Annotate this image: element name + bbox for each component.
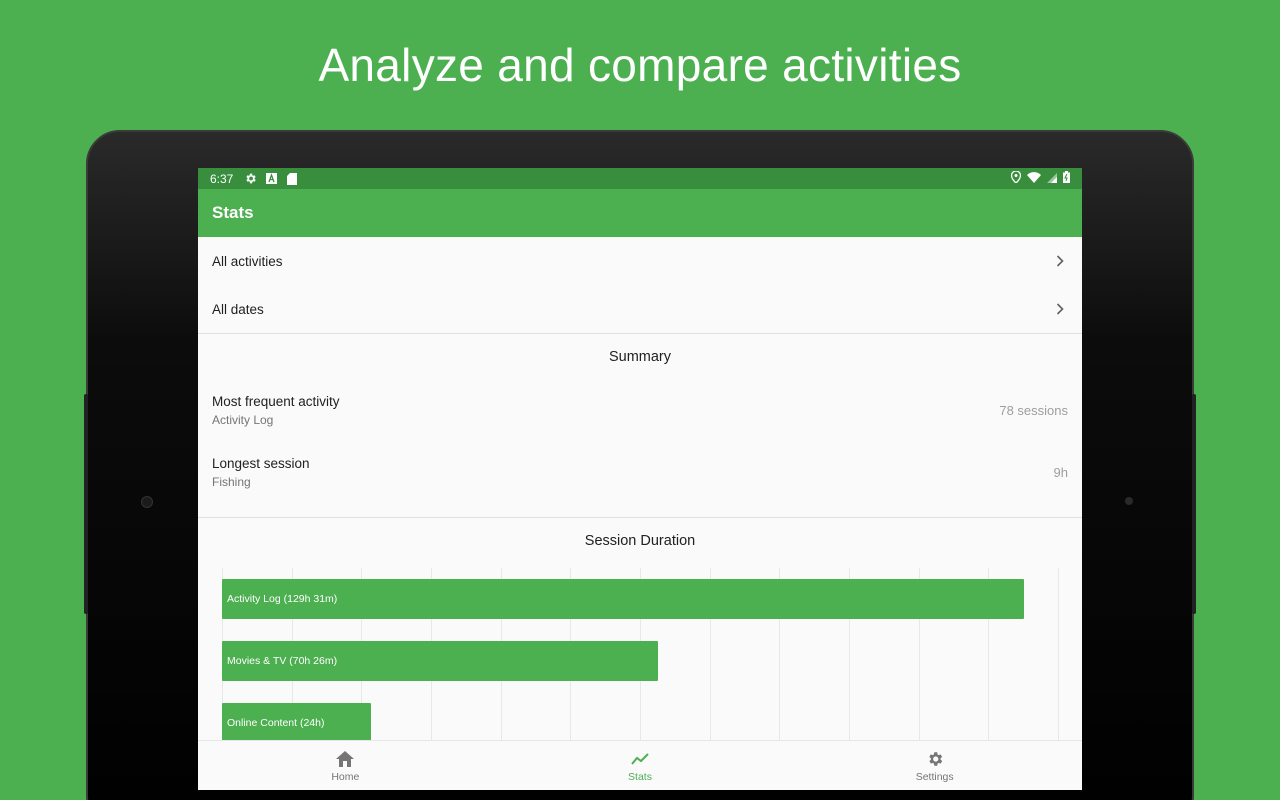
nav-stats-label: Stats [628,770,652,783]
summary-secondary: Fishing [212,474,251,489]
tablet-side-button [84,394,88,614]
chart-bar[interactable]: Movies & TV (70h 26m) [222,641,658,681]
keyboard-a-icon [264,172,278,186]
location-icon [1010,170,1022,186]
activity-filter-label: All activities [212,253,283,269]
sd-card-icon [285,172,299,186]
summary-title: Summary [608,349,672,365]
chart-title: Session Duration [584,533,696,549]
nav-settings-label: Settings [915,770,954,783]
summary-primary: Most frequent activity [212,393,340,409]
promo-headline: Analyze and compare activities [318,39,962,91]
front-camera [141,496,153,508]
summary-primary: Longest session [212,455,310,471]
signal-icon [1047,172,1057,186]
summary-secondary: Activity Log [212,412,274,427]
activity-filter-row[interactable]: All activities [198,237,1082,285]
summary-most-frequent: Most frequent activity Activity Log 78 s… [198,379,1082,441]
page-title: Stats [212,203,254,222]
nav-home-label: Home [331,770,360,783]
divider [198,333,1082,334]
status-time: 6:37 [210,171,234,186]
stats-icon [630,749,650,769]
settings-icon [925,749,945,769]
tablet-side-button [1192,394,1196,614]
date-filter-label: All dates [212,301,264,317]
summary-value: 9h [1053,464,1068,480]
chart-bar[interactable]: Activity Log (129h 31m) [222,579,1024,619]
battery-icon [1063,171,1070,186]
nav-home[interactable]: Home [198,741,493,790]
session-duration-chart: Activity Log (129h 31m) Movies & TV (70h … [222,568,1059,758]
summary-longest-session: Longest session Fishing 9h [198,441,1082,503]
sensor [1125,497,1133,505]
chevron-right-icon [1052,253,1068,269]
nav-stats[interactable]: Stats [493,741,788,790]
date-filter-row[interactable]: All dates [198,285,1082,333]
nav-settings[interactable]: Settings [787,741,1082,790]
gear-icon [243,172,257,186]
bottom-navigation: Home Stats Settings [198,740,1082,790]
chart-bar[interactable]: Online Content (24h) [222,703,371,743]
chart-bar-label: Activity Log (129h 31m) [227,593,338,605]
home-icon [335,749,355,769]
wifi-icon [1027,171,1041,186]
summary-value: 78 sessions [999,402,1068,418]
chevron-right-icon [1052,301,1068,317]
chart-bar-label: Movies & TV (70h 26m) [227,655,338,667]
app-bar: Stats [198,189,1082,237]
chart-bar-label: Online Content (24h) [227,717,325,729]
divider [198,517,1082,518]
status-bar: 6:37 [198,168,1082,189]
app-screen: 6:37 Stats All activities All dates Summ… [198,168,1082,790]
chart-gridline [1058,568,1059,758]
